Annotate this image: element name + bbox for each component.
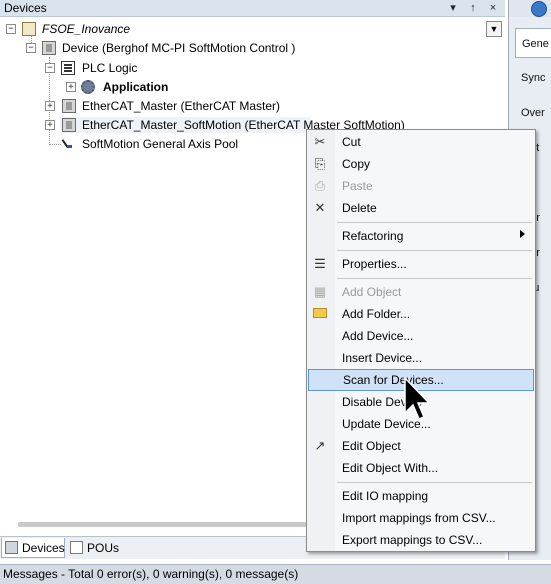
tree-label-axis-pool: SoftMotion General Axis Pool xyxy=(82,137,239,151)
menu-item-cut[interactable]: ✂ Cut xyxy=(307,131,535,153)
collapse-icon[interactable]: − xyxy=(45,63,55,73)
tab-pous-label: POUs xyxy=(87,541,120,555)
tab-devices[interactable]: Devices xyxy=(1,538,65,558)
dropdown-arrow-icon[interactable]: ▾ xyxy=(446,0,460,16)
device-icon xyxy=(42,41,56,55)
mouse-pointer-icon xyxy=(404,377,431,420)
panel-title: Devices xyxy=(4,1,47,15)
menu-separator xyxy=(337,250,532,251)
tab-devices-label: Devices xyxy=(22,541,65,555)
menu-item-edit-io-mapping[interactable]: Edit IO mapping xyxy=(307,485,535,507)
tab-pous[interactable]: POUs xyxy=(67,538,127,558)
gear-icon xyxy=(81,80,95,94)
axis-pool-icon xyxy=(62,138,74,150)
expand-icon[interactable]: + xyxy=(45,101,55,111)
plc-logic-icon xyxy=(61,61,75,75)
project-icon xyxy=(22,22,36,36)
devices-tab-icon xyxy=(5,541,18,554)
expand-icon[interactable]: + xyxy=(66,82,76,92)
close-icon[interactable]: × xyxy=(486,0,500,16)
context-menu: ✂ Cut ⎘ Copy ⎙ Paste ✕ Delete Refactorin… xyxy=(306,129,536,552)
status-bar: Messages - Total 0 error(s), 0 warning(s… xyxy=(0,564,551,584)
tree-label-root: FSOE_Inovance xyxy=(42,22,131,36)
menu-item-copy[interactable]: ⎘ Copy xyxy=(307,153,535,175)
scissors-icon: ✂ xyxy=(314,134,326,149)
menu-item-refactoring[interactable]: Refactoring xyxy=(307,225,535,247)
folder-icon xyxy=(313,308,327,318)
menu-item-insert-device[interactable]: Insert Device... xyxy=(307,347,535,369)
pin-icon[interactable]: ↑ xyxy=(466,0,480,16)
menu-separator xyxy=(337,482,532,483)
edit-object-icon: ↗ xyxy=(314,438,326,453)
properties-icon: ☰ xyxy=(314,256,326,271)
tree-label-plc-logic: PLC Logic xyxy=(82,61,138,75)
menu-item-export-mappings[interactable]: Export mappings to CSV... xyxy=(307,529,535,551)
delete-x-icon: ✕ xyxy=(314,200,326,215)
collapse-icon[interactable]: − xyxy=(6,24,16,34)
expand-icon[interactable]: + xyxy=(45,120,55,130)
ethercat-device-icon xyxy=(62,99,76,113)
devices-panel-titlebar: Devices ▾ ↑ × xyxy=(0,0,505,17)
menu-item-edit-object[interactable]: ↗ Edit Object xyxy=(307,435,535,457)
menu-item-delete[interactable]: ✕ Delete xyxy=(307,197,535,219)
paste-icon: ⎙ xyxy=(314,178,326,193)
menu-item-add-folder[interactable]: Add Folder... xyxy=(307,303,535,325)
menu-item-add-object: ▦ Add Object xyxy=(313,284,402,299)
menu-item-import-mappings[interactable]: Import mappings from CSV... xyxy=(307,507,535,529)
menu-item-properties[interactable]: ☰ Properties... xyxy=(307,253,535,275)
ethercat-device-icon xyxy=(62,118,76,132)
tree-line xyxy=(49,144,61,145)
tab-general[interactable]: Gene xyxy=(515,28,551,58)
horizontal-scrollbar[interactable] xyxy=(18,522,308,527)
menu-item-paste: ⎙ Paste xyxy=(307,175,535,197)
editor-toolbar xyxy=(509,0,551,17)
submenu-arrow-icon xyxy=(520,230,525,238)
tree-label-device: Device (Berghof MC-PI SoftMotion Control… xyxy=(62,41,296,55)
tab-sync[interactable]: Sync xyxy=(515,63,551,93)
tab-overview[interactable]: Over xyxy=(515,98,551,128)
menu-item-add-device[interactable]: Add Device... xyxy=(307,325,535,347)
globe-icon[interactable] xyxy=(531,1,547,17)
menu-separator xyxy=(337,222,532,223)
messages-summary: Messages - Total 0 error(s), 0 warning(s… xyxy=(3,567,299,581)
pous-tab-icon xyxy=(70,541,83,554)
tree-label-ethercat-master: EtherCAT_Master (EtherCAT Master) xyxy=(82,99,281,113)
tree-label-application: Application xyxy=(103,80,169,94)
collapse-icon[interactable]: − xyxy=(26,43,36,53)
copy-icon: ⎘ xyxy=(314,156,326,171)
menu-item-edit-object-with[interactable]: Edit Object With... xyxy=(307,457,535,479)
menu-separator xyxy=(337,278,532,279)
add-object-icon: ▦ xyxy=(313,284,327,299)
